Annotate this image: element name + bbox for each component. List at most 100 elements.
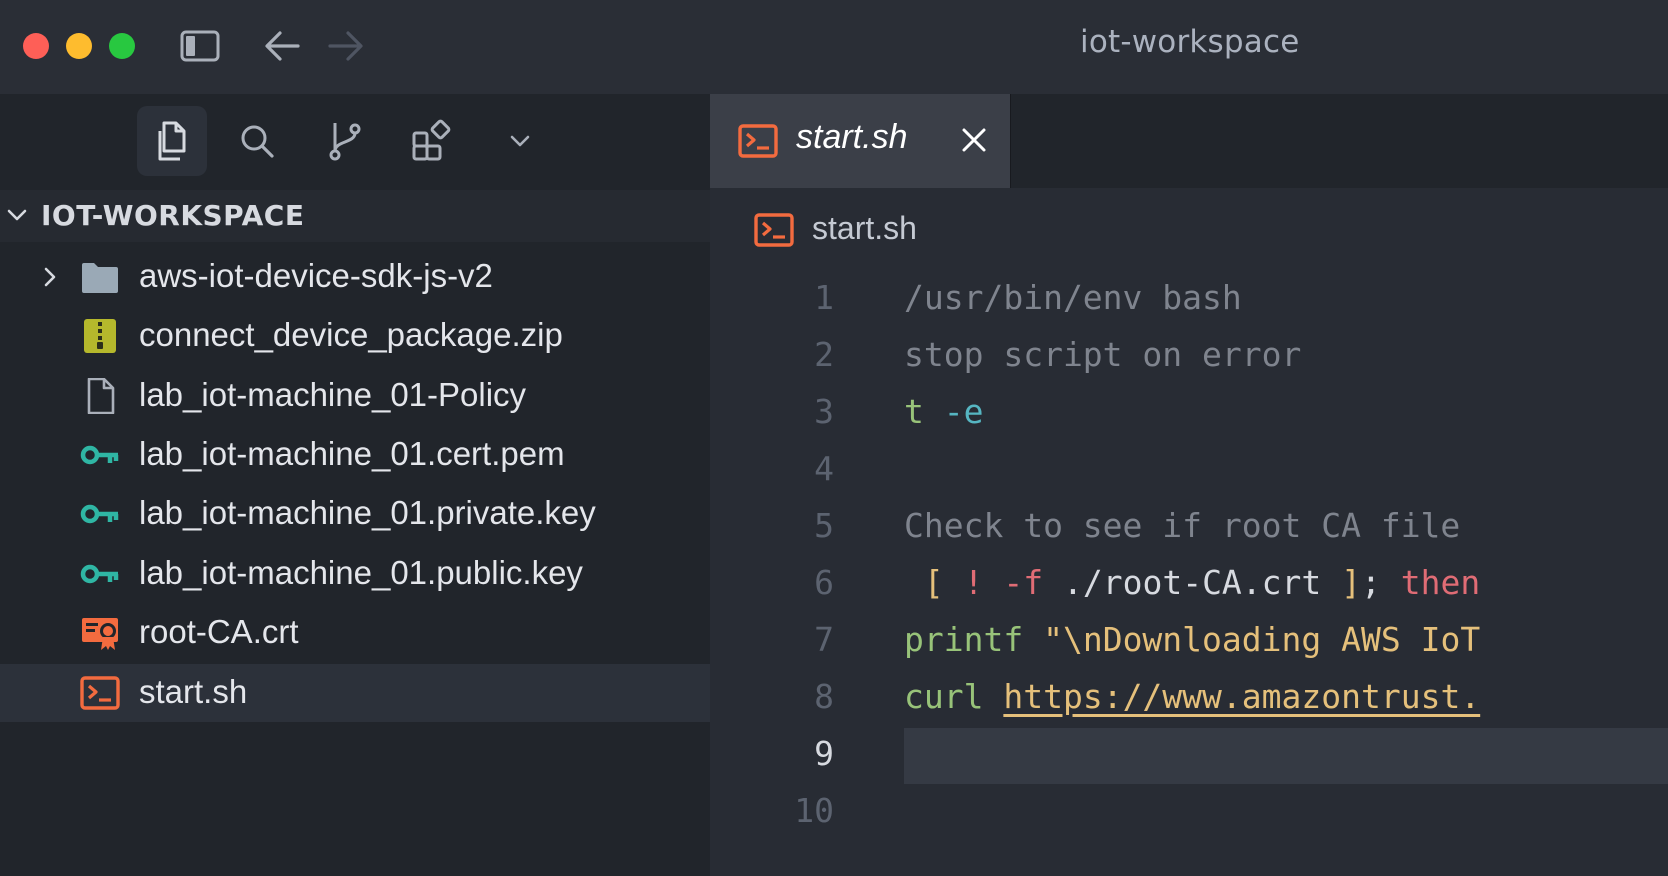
tree-item-label: lab_iot-machine_01.public.key <box>139 554 583 591</box>
tree-item-file[interactable]: lab_iot-machine_01.private.key <box>0 485 710 543</box>
code-line[interactable]: 1/usr/bin/env bash <box>710 272 1668 329</box>
tree-item-file-selected[interactable]: start.sh <box>0 664 710 722</box>
code-token: -e <box>943 392 984 431</box>
code-token: printf <box>904 620 1024 659</box>
code-token: ; <box>1361 563 1401 602</box>
line-number: 1 <box>814 278 834 317</box>
code-text: /usr/bin/env bash <box>904 278 1242 317</box>
code-token: [ <box>904 563 944 602</box>
code-token: -f <box>1003 563 1044 602</box>
window-title: iot-workspace <box>1080 24 1300 60</box>
back-arrow-icon[interactable] <box>262 26 302 66</box>
code-token[interactable]: https://www.amazontrust. <box>1003 677 1480 716</box>
tab-label: start.sh <box>796 118 908 156</box>
code-line[interactable]: 3 t -e <box>710 386 1668 443</box>
source-control-button[interactable] <box>310 106 380 176</box>
close-icon[interactable] <box>960 126 988 154</box>
tree-item-label: lab_iot-machine_01.cert.pem <box>139 435 565 472</box>
line-number: 3 <box>814 392 834 431</box>
code-token: curl <box>904 677 984 716</box>
code-area[interactable]: 1/usr/bin/env bash 2 stop script on error 3… <box>710 272 1668 876</box>
code-line[interactable]: 7 printf "\nDownloading AWS IoT <box>710 614 1668 671</box>
close-window-button[interactable] <box>23 33 49 59</box>
terminal-icon <box>80 676 120 710</box>
line-number: 7 <box>814 620 834 659</box>
code-line[interactable]: 6 [ ! -f ./root-CA.crt ]; then <box>710 557 1668 614</box>
chevron-down-icon <box>510 135 530 147</box>
code-line[interactable]: 4 <box>710 443 1668 500</box>
explorer-button[interactable] <box>137 106 207 176</box>
tab-bar: start.sh <box>710 94 1668 188</box>
tree-item-folder[interactable]: aws-iot-device-sdk-js-v2 <box>0 248 710 306</box>
line-number: 6 <box>814 563 834 602</box>
code-token: /usr/bin/env bash <box>904 278 1242 317</box>
title-bar: iot-workspace <box>0 0 1668 94</box>
certificate-icon <box>82 618 118 650</box>
activity-bar <box>0 94 710 188</box>
line-number: 5 <box>814 506 834 545</box>
code-token: ! <box>963 563 984 602</box>
maximize-window-button[interactable] <box>109 33 135 59</box>
tree-item-file[interactable]: lab_iot-machine_01.cert.pem <box>0 426 710 484</box>
code-line[interactable]: 9 <box>710 728 1668 785</box>
code-text: curl https://www.amazontrust. <box>904 677 1480 716</box>
code-text: Check to see if root CA file <box>904 506 1480 545</box>
code-token: t <box>904 392 924 431</box>
terminal-icon <box>754 213 794 247</box>
code-token: Check to see if root CA file <box>904 506 1481 545</box>
line-number: 9 <box>814 734 834 773</box>
source-control-icon <box>329 123 361 161</box>
key-icon <box>80 445 119 465</box>
tree-item-file[interactable]: connect_device_package.zip <box>0 307 710 365</box>
forward-arrow-icon[interactable] <box>326 26 366 66</box>
code-token: ] <box>1341 563 1362 602</box>
tree-item-file[interactable]: lab_iot-machine_01.public.key <box>0 545 710 603</box>
minimize-window-button[interactable] <box>66 33 92 59</box>
extensions-icon <box>412 119 451 161</box>
tree-item-label: start.sh <box>139 673 248 710</box>
tree-item-label: lab_iot-machine_01-Policy <box>139 376 527 413</box>
code-line[interactable]: 10 <box>710 785 1668 842</box>
line-number: 10 <box>794 791 834 830</box>
zip-icon <box>84 319 116 353</box>
tree-item-label: root-CA.crt <box>139 613 299 650</box>
file-icon <box>87 378 115 414</box>
key-icon <box>80 564 119 584</box>
tree-item-file[interactable]: root-CA.crt <box>0 604 710 662</box>
code-text: [ ! -f ./root-CA.crt ]; then <box>904 563 1480 602</box>
tree-item-label: aws-iot-device-sdk-js-v2 <box>139 257 493 294</box>
code-token: ./root-CA.crt <box>1043 563 1342 602</box>
editor: start.sh start.sh 1/usr/bin/env bash 2 sto… <box>710 94 1668 876</box>
line-number: 8 <box>814 677 834 716</box>
search-icon <box>241 125 274 158</box>
tree-item-file[interactable]: lab_iot-machine_01-Policy <box>0 367 710 425</box>
code-text: t -e <box>904 392 984 431</box>
terminal-icon <box>738 124 778 158</box>
sidebar: IOT-WORKSPACE aws-iot-device-sdk-js-v2 c… <box>0 94 710 876</box>
code-token: stop script on error <box>904 335 1302 374</box>
search-button[interactable] <box>222 106 292 176</box>
breadcrumb[interactable]: start.sh <box>812 210 917 247</box>
line-number: 4 <box>814 449 834 488</box>
chevron-right-icon[interactable] <box>38 265 62 289</box>
code-token: then <box>1400 563 1481 602</box>
tab-start-sh[interactable]: start.sh <box>710 94 1011 188</box>
more-views-button[interactable] <box>485 106 555 176</box>
code-line[interactable]: 2 stop script on error <box>710 329 1668 386</box>
workspace-title: IOT-WORKSPACE <box>41 199 305 232</box>
code-line[interactable]: 8 curl https://www.amazontrust. <box>710 671 1668 728</box>
workspace-section-header[interactable]: IOT-WORKSPACE <box>0 190 710 242</box>
toggle-sidebar-icon[interactable] <box>180 26 220 66</box>
current-line-highlight <box>904 728 1668 784</box>
line-number: 2 <box>814 335 834 374</box>
tree-item-label: lab_iot-machine_01.private.key <box>139 494 596 531</box>
code-line[interactable]: 5 Check to see if root CA file <box>710 500 1668 557</box>
code-text: stop script on error <box>904 335 1301 374</box>
key-icon <box>80 504 119 524</box>
extensions-button[interactable] <box>397 106 467 176</box>
